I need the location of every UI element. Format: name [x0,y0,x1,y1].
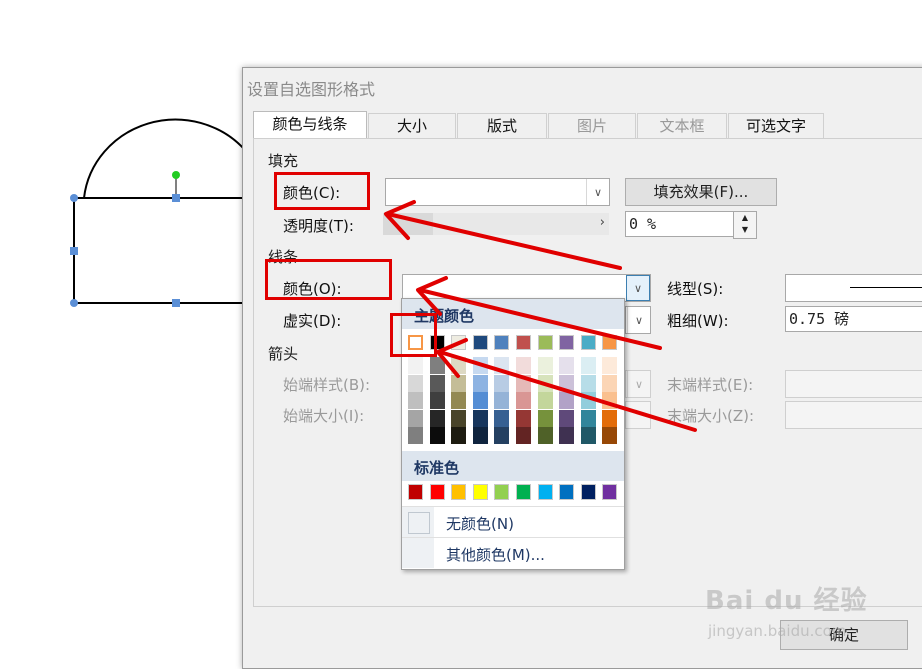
watermark-logo: Bai du 经验 [705,586,868,616]
watermark-site: jingyan.baidu.com [708,622,847,640]
annotation-arrows [384,200,697,432]
